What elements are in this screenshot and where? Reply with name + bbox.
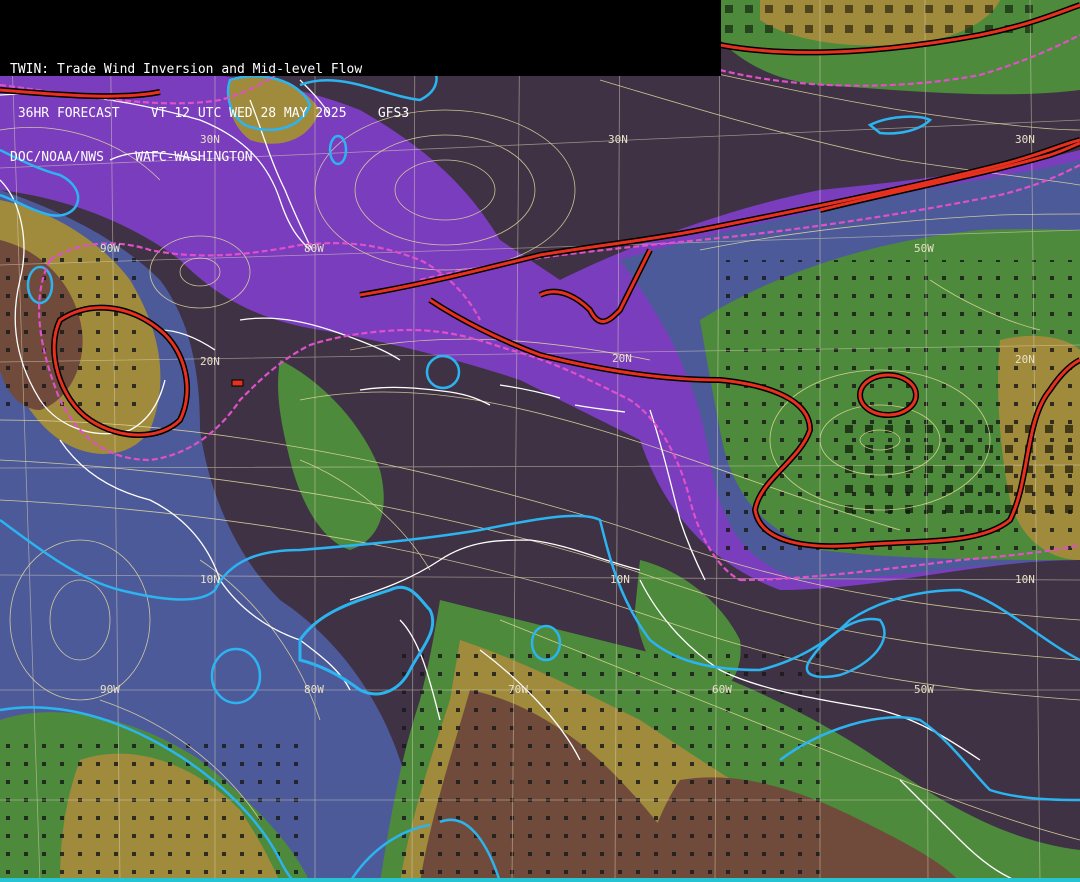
map-header: TWIN: Trade Wind Inversion and Mid-level… <box>0 0 721 165</box>
lon-label-80w-north: 80W <box>304 242 324 255</box>
small-red-marker <box>231 379 244 387</box>
lat-label-30n-east: 30N <box>1015 133 1035 146</box>
lat-label-20n-west: 20N <box>200 355 220 368</box>
lat-label-10n-east: 10N <box>1015 573 1035 586</box>
bottom-border <box>0 878 1080 882</box>
product-title: TWIN: Trade Wind Inversion and Mid-level… <box>10 62 363 77</box>
lon-label-90w: 90W <box>100 683 120 696</box>
lon-label-60w: 60W <box>712 683 732 696</box>
lat-label-20n-mid: 20N <box>612 352 632 365</box>
forecast-valid-time: 36HR FORECAST VT 12 UTC WED 28 MAY 2025 … <box>10 106 410 121</box>
lat-label-20n-east: 20N <box>1015 353 1035 366</box>
lon-label-90w-north: 90W <box>100 242 120 255</box>
lon-label-50w-north: 50W <box>914 242 934 255</box>
lon-label-80w: 80W <box>304 683 324 696</box>
lon-label-70w: 70W <box>508 683 528 696</box>
lon-label-50w-south: 50W <box>914 683 934 696</box>
issuing-agency: DOC/NOAA/NWS WAFC-WASHINGTON <box>10 150 253 165</box>
lat-label-10n-mid: 10N <box>610 573 630 586</box>
lat-label-10n-west: 10N <box>200 573 220 586</box>
